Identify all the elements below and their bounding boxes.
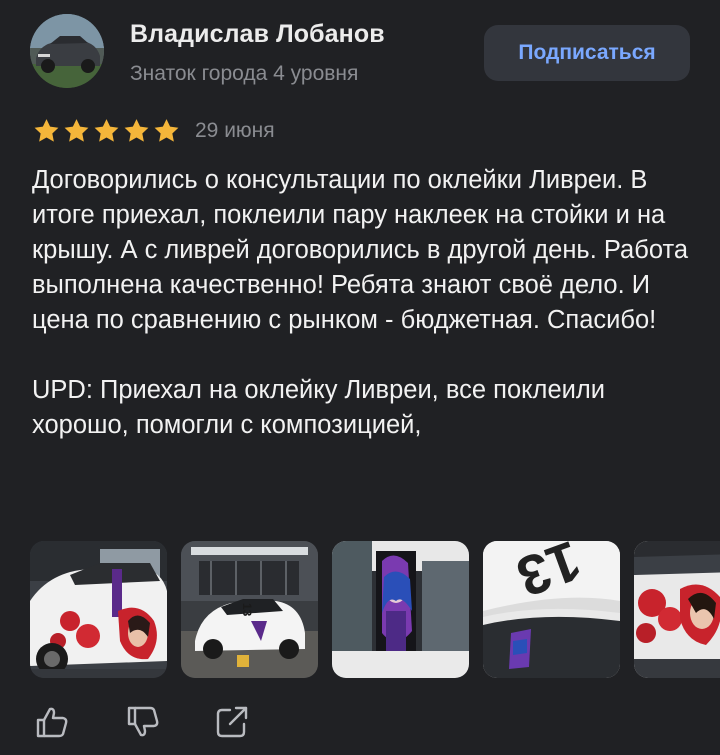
thumbs-down-icon[interactable] (123, 702, 163, 742)
photo-gallery: 13 13 (30, 541, 720, 679)
review-photo[interactable] (634, 541, 720, 678)
review-paragraph-1: Договорились о консультации по оклейки Л… (32, 166, 696, 334)
star-icon (154, 119, 179, 142)
review-photo[interactable]: 13 (181, 541, 318, 678)
review-photo[interactable] (332, 541, 469, 678)
author-name[interactable]: Владислав Лобанов (130, 20, 385, 49)
star-icon (34, 119, 59, 142)
author-level: Знаток города 4 уровня (130, 62, 359, 85)
review-actions (30, 700, 252, 744)
rating-stars (32, 117, 181, 145)
rating-row: 29 июня (32, 116, 275, 146)
review-photo[interactable]: 13 (483, 541, 620, 678)
star-icon (124, 119, 149, 142)
garage-car-photo: 13 (181, 541, 318, 678)
review-paragraph-2: UPD: Приехал на оклейку Ливреи, все покл… (32, 376, 613, 439)
subscribe-button[interactable]: Подписаться (484, 25, 690, 81)
roof-number-photo: 13 (483, 541, 620, 678)
author-avatar[interactable] (30, 14, 104, 88)
share-icon[interactable] (212, 702, 252, 742)
review-photo[interactable] (30, 541, 167, 678)
thumbs-up-icon[interactable] (32, 702, 72, 742)
star-icon (64, 119, 89, 142)
car-photo-avatar (30, 14, 104, 88)
review-date: 29 июня (195, 119, 275, 142)
star-icon (94, 119, 119, 142)
svg-text:13: 13 (240, 603, 254, 617)
car-livery-photo (30, 541, 167, 678)
review-card: Владислав Лобанов Знаток города 4 уровня… (0, 0, 720, 755)
car-livery-closeup-photo (634, 541, 720, 678)
review-text: Договорились о консультации по оклейки Л… (32, 163, 692, 443)
pillar-sticker-photo (332, 541, 469, 678)
